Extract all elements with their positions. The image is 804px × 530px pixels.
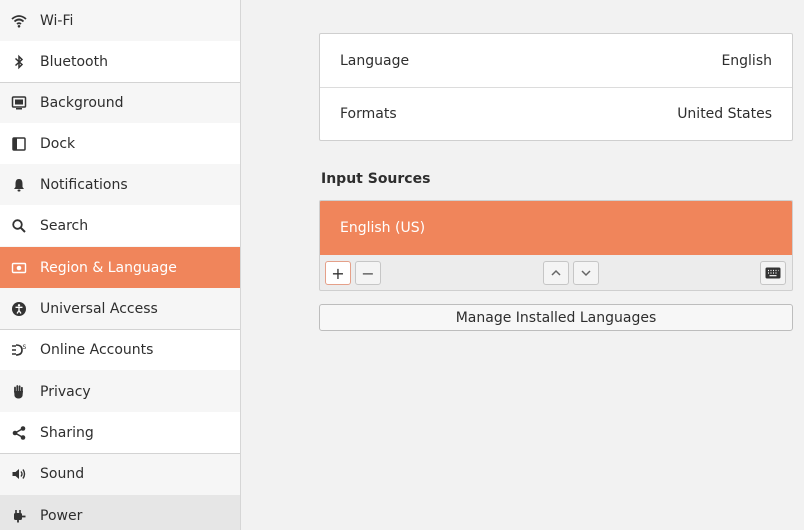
input-sources-title: Input Sources bbox=[321, 171, 431, 187]
accessibility-icon bbox=[11, 301, 27, 317]
remove-input-source-button[interactable]: − bbox=[355, 261, 381, 285]
sidebar-item-universal-access[interactable]: Universal Access bbox=[0, 288, 240, 329]
keyboard-layout-button[interactable] bbox=[760, 261, 786, 285]
plus-icon: + bbox=[331, 263, 345, 283]
language-label: Language bbox=[340, 52, 410, 69]
sidebar-item-bluetooth[interactable]: Bluetooth bbox=[0, 41, 240, 82]
input-source-label: English (US) bbox=[340, 220, 426, 236]
formats-value: United States bbox=[677, 106, 772, 122]
region-icon bbox=[11, 260, 27, 276]
sidebar-item-background[interactable]: Background bbox=[0, 82, 240, 123]
region-language-panel: Language English Formats United States I… bbox=[241, 0, 804, 530]
sidebar: Wi-Fi Bluetooth Background Dock Notifica… bbox=[0, 0, 241, 530]
sidebar-item-privacy[interactable]: Privacy bbox=[0, 371, 240, 412]
sidebar-item-notifications[interactable]: Notifications bbox=[0, 164, 240, 205]
sidebar-item-online-accounts[interactable]: S Online Accounts bbox=[0, 329, 240, 370]
input-source-item[interactable]: English (US) bbox=[320, 201, 792, 255]
sidebar-item-sound[interactable]: Sound bbox=[0, 453, 240, 494]
move-down-button[interactable] bbox=[573, 261, 599, 285]
chevron-up-icon bbox=[550, 264, 562, 283]
formats-label: Formats bbox=[340, 106, 397, 122]
language-formats-list: Language English Formats United States bbox=[319, 33, 793, 141]
sidebar-item-dock[interactable]: Dock bbox=[0, 123, 240, 164]
power-plug-icon bbox=[11, 508, 27, 524]
sidebar-item-label: Universal Access bbox=[40, 300, 158, 317]
sidebar-item-label: Search bbox=[40, 217, 89, 234]
search-icon bbox=[11, 218, 27, 234]
language-value: English bbox=[721, 52, 772, 69]
sidebar-item-label: Region & Language bbox=[40, 259, 177, 276]
sidebar-item-search[interactable]: Search bbox=[0, 205, 240, 246]
formats-row[interactable]: Formats United States bbox=[320, 87, 792, 140]
chevron-down-icon bbox=[580, 264, 592, 283]
share-icon bbox=[11, 425, 27, 441]
sidebar-item-label: Wi-Fi bbox=[40, 12, 74, 29]
sidebar-item-label: Sound bbox=[40, 466, 85, 482]
add-input-source-button[interactable]: + bbox=[325, 261, 351, 285]
hand-icon bbox=[11, 384, 27, 400]
sidebar-item-label: Online Accounts bbox=[40, 342, 154, 358]
svg-text:S: S bbox=[23, 344, 27, 351]
sidebar-item-label: Sharing bbox=[40, 424, 94, 441]
speaker-icon bbox=[11, 466, 27, 482]
online-accounts-icon: S bbox=[11, 342, 27, 358]
move-up-button[interactable] bbox=[543, 261, 569, 285]
bluetooth-icon bbox=[11, 54, 27, 70]
sidebar-item-region-language[interactable]: Region & Language bbox=[0, 247, 240, 288]
input-sources-list: English (US) + − bbox=[319, 200, 793, 291]
wifi-icon bbox=[11, 13, 27, 29]
bell-icon bbox=[11, 177, 27, 193]
sidebar-item-sharing[interactable]: Sharing bbox=[0, 412, 240, 453]
sidebar-item-label: Bluetooth bbox=[40, 53, 108, 70]
dock-icon bbox=[11, 136, 27, 152]
sidebar-item-label: Dock bbox=[40, 135, 76, 152]
sidebar-item-label: Privacy bbox=[40, 383, 91, 400]
keyboard-icon bbox=[765, 264, 781, 283]
sidebar-item-label: Notifications bbox=[40, 176, 128, 193]
background-icon bbox=[11, 95, 27, 111]
sidebar-item-label: Power bbox=[40, 507, 83, 524]
minus-icon: − bbox=[361, 263, 375, 283]
sidebar-item-power[interactable]: Power bbox=[0, 495, 240, 530]
manage-installed-languages-button[interactable]: Manage Installed Languages bbox=[319, 304, 793, 331]
language-row[interactable]: Language English bbox=[320, 34, 792, 87]
sidebar-item-wifi[interactable]: Wi-Fi bbox=[0, 0, 240, 41]
sidebar-item-label: Background bbox=[40, 95, 124, 111]
